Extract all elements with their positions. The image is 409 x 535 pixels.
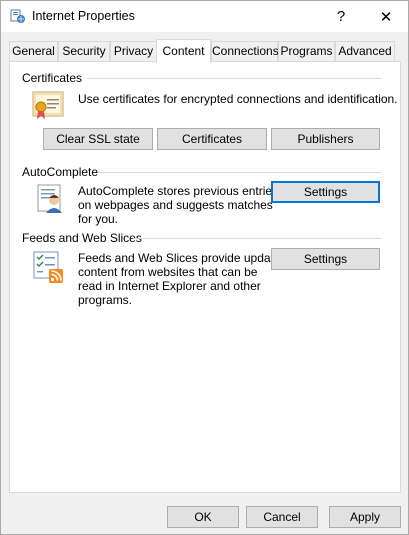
autocomplete-settings-button[interactable]: Settings [271, 181, 380, 203]
certificate-icon [32, 91, 64, 119]
autocomplete-divider [98, 172, 381, 173]
apply-button[interactable]: Apply [329, 506, 401, 528]
window-title: Internet Properties [32, 9, 135, 23]
feeds-description-line-4: programs. [78, 293, 133, 307]
help-icon: ? [336, 8, 346, 25]
ok-button[interactable]: OK [167, 506, 239, 528]
cancel-button[interactable]: Cancel [246, 506, 318, 528]
autocomplete-icon [37, 184, 62, 213]
tab-connections[interactable]: Connections [211, 41, 279, 62]
internet-properties-window: Internet Properties ? ✕ General Security… [0, 0, 409, 535]
certificates-group-label: Certificates [22, 71, 83, 85]
tab-advanced[interactable]: Advanced [335, 41, 395, 62]
feeds-description-line-2: content from websites that can be [78, 265, 258, 279]
internet-properties-icon [10, 9, 25, 23]
feeds-group-label: Feeds and Web Slices [22, 231, 142, 245]
tab-strip: General Security Privacy Content Connect… [9, 39, 401, 63]
tab-security[interactable]: Security [58, 41, 110, 62]
clear-ssl-state-button[interactable]: Clear SSL state [43, 128, 153, 150]
close-button[interactable]: ✕ [364, 1, 408, 32]
autocomplete-description-line-1: AutoComplete stores previous entries [78, 184, 279, 198]
certificates-description: Use certificates for encrypted connectio… [78, 92, 398, 106]
feeds-description: Feeds and Web Slices provide updated con… [78, 251, 287, 307]
tab-content[interactable]: Content [156, 39, 211, 63]
close-icon: ✕ [379, 8, 393, 26]
tab-programs[interactable]: Programs [278, 41, 335, 62]
autocomplete-description: AutoComplete stores previous entries on … [78, 184, 278, 226]
certificates-divider [87, 78, 381, 79]
title-bar: Internet Properties ? ✕ [1, 1, 408, 32]
tab-general[interactable]: General [9, 41, 58, 62]
publishers-button[interactable]: Publishers [271, 128, 380, 150]
tab-privacy[interactable]: Privacy [110, 41, 157, 62]
feeds-icon [33, 251, 63, 283]
feeds-description-line-1: Feeds and Web Slices provide updated [78, 251, 288, 265]
feeds-divider [133, 238, 381, 239]
feeds-settings-button[interactable]: Settings [271, 248, 380, 270]
help-button[interactable]: ? [319, 1, 363, 32]
autocomplete-description-line-3: for you. [78, 212, 119, 226]
certificates-button[interactable]: Certificates [157, 128, 267, 150]
autocomplete-group-label: AutoComplete [22, 165, 99, 179]
autocomplete-description-line-2: on webpages and suggests matches [78, 198, 273, 212]
feeds-description-line-3: read in Internet Explorer and other [78, 279, 261, 293]
